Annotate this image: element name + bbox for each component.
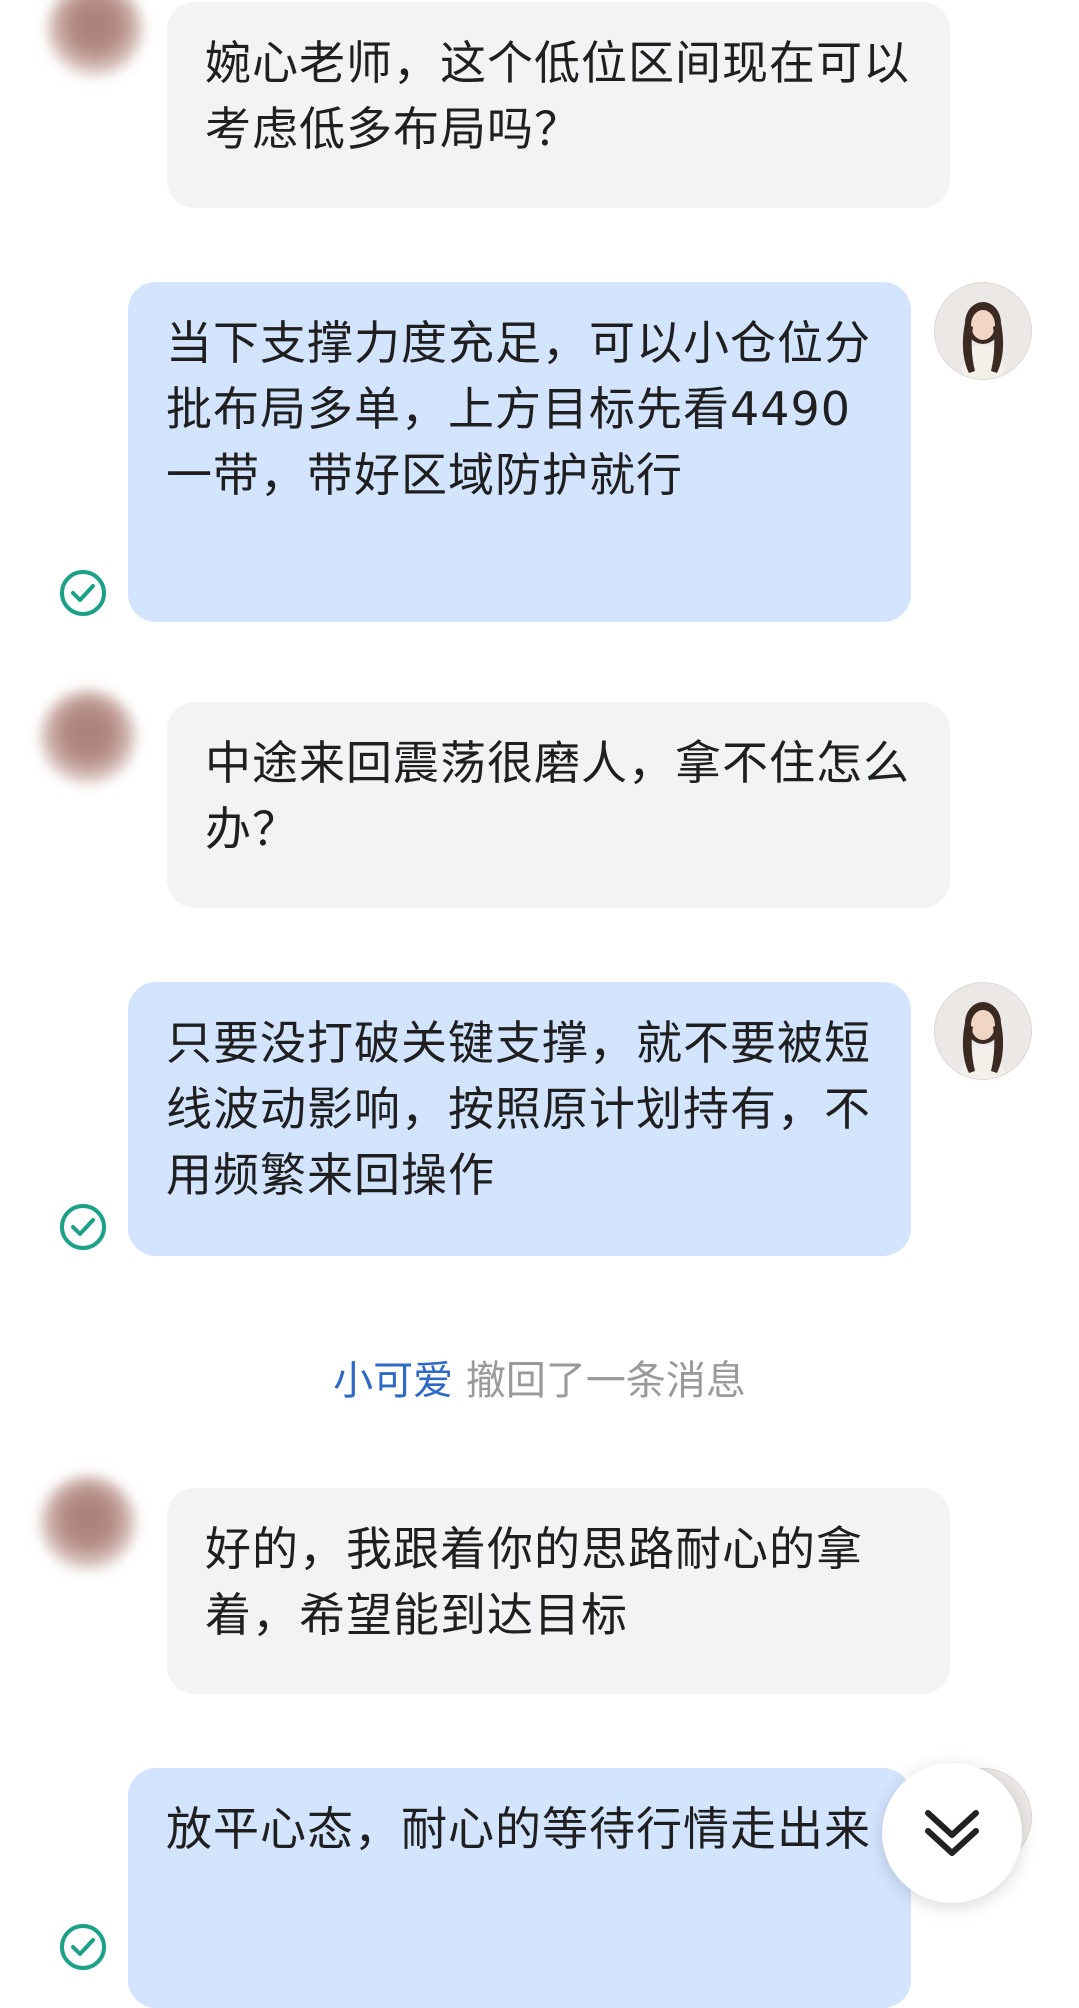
incoming-message[interactable]: 婉心老师，这个低位区间现在可以考虑低多布局吗？ — [167, 2, 950, 208]
teacher-avatar[interactable] — [934, 282, 1032, 380]
incoming-message[interactable]: 好的，我跟着你的思路耐心的拿着，希望能到达目标 — [167, 1488, 950, 1694]
message-text: 只要没打破关键支撑，就不要被短线波动影响，按照原计划持有，不用频繁来回操作 — [166, 1016, 871, 1202]
check-circle-icon — [60, 570, 106, 616]
double-chevron-down-icon — [925, 1810, 979, 1856]
user-avatar[interactable] — [47, 0, 143, 78]
scroll-to-bottom-button[interactable] — [882, 1763, 1022, 1903]
message-text: 当下支撑力度充足，可以小仓位分批布局多单，上方目标先看4490一带，带好区域防护… — [166, 316, 871, 502]
recall-notice: 小可爱 撤回了一条消息 — [0, 1348, 1079, 1406]
message-text: 中途来回震荡很磨人，拿不住怎么办？ — [205, 736, 910, 856]
message-text: 放平心态，耐心的等待行情走出来 — [166, 1802, 871, 1856]
message-text: 婉心老师，这个低位区间现在可以考虑低多布局吗？ — [205, 36, 910, 156]
outgoing-message[interactable]: 当下支撑力度充足，可以小仓位分批布局多单，上方目标先看4490一带，带好区域防护… — [128, 282, 911, 622]
outgoing-message[interactable]: 只要没打破关键支撑，就不要被短线波动影响，按照原计划持有，不用频繁来回操作 — [128, 982, 911, 1256]
user-avatar[interactable] — [40, 1476, 136, 1572]
outgoing-message[interactable]: 放平心态，耐心的等待行情走出来 — [128, 1768, 911, 2008]
incoming-message[interactable]: 中途来回震荡很磨人，拿不住怎么办？ — [167, 702, 950, 908]
user-avatar[interactable] — [40, 690, 136, 786]
teacher-avatar[interactable] — [934, 982, 1032, 1080]
check-circle-icon — [60, 1924, 106, 1970]
recall-user-name[interactable]: 小可爱 — [333, 1358, 453, 1404]
check-circle-icon — [60, 1204, 106, 1250]
recall-text: 撤回了一条消息 — [465, 1358, 746, 1404]
message-text: 好的，我跟着你的思路耐心的拿着，希望能到达目标 — [205, 1522, 863, 1642]
